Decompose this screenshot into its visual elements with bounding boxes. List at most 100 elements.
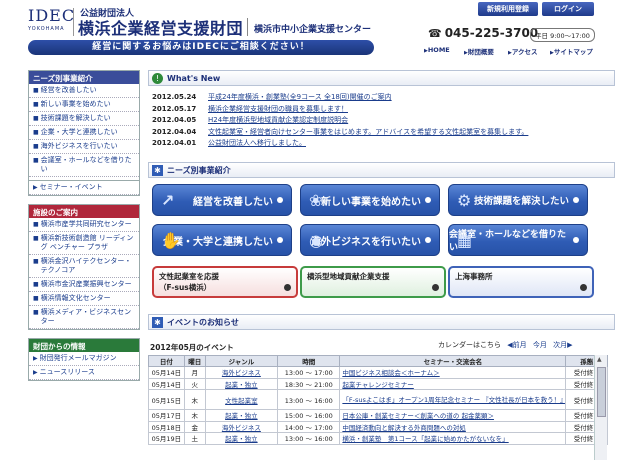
news-link[interactable]: 平成24年度横浜・創業塾(全9コース 全18回)開催のご案内 xyxy=(208,92,392,104)
sprout-icon: ❀ xyxy=(309,191,323,210)
table-row: 05月14日月海外ビジネス 13:00 〜 17:00 中国ビジネス相談会＜ホーナム… xyxy=(148,366,608,379)
arrow-icon: ▶ xyxy=(33,369,38,376)
arrow-icon: ▶ xyxy=(33,184,38,191)
this-month-link[interactable]: 今月 xyxy=(533,341,547,349)
news-item: 2012.04.05 H24年度横浜型地域貢献企業認定制度説明会 xyxy=(152,115,615,127)
event-link[interactable]: 中国経済動向と解決する外商問題への対処 xyxy=(339,420,567,433)
news-link[interactable]: 横浜企業経営支援財団の職員を募集します！ xyxy=(208,104,348,116)
arrow-icon xyxy=(573,197,579,203)
sidebar-item[interactable]: ■ 横浜メディア・ビジネスセンター xyxy=(29,306,139,329)
genre-link[interactable]: 起業・独立 xyxy=(204,432,279,445)
events-header: ✱ イベントのお知らせ xyxy=(148,314,615,330)
login-button[interactable]: ログイン xyxy=(542,2,594,16)
idec-logo[interactable]: IDEC YOKOHAMA xyxy=(28,8,74,36)
card-shanghai-office[interactable]: 上海事務所 xyxy=(448,266,594,298)
prev-month-link[interactable]: ◀前月 xyxy=(507,341,526,349)
bullet-icon: ■ xyxy=(33,221,39,228)
phone-text: 045-225-3700 xyxy=(444,26,539,40)
scroll-thumb[interactable] xyxy=(597,367,606,417)
star-icon: ✱ xyxy=(152,316,163,328)
needs-button-rooms[interactable]: ▦ 会議室・ホールなどを借りたい xyxy=(448,224,588,256)
sidebar-item[interactable]: ■ 海外ビジネスを行いたい xyxy=(29,140,139,154)
next-month-link[interactable]: 次月▶ xyxy=(553,341,572,349)
arrow-icon xyxy=(425,237,431,243)
sidebar-item[interactable]: ■ 経営を改善したい xyxy=(29,84,139,98)
news-link[interactable]: 文性起業室・経営者向けセンター事業をはじめます。アドバイスを希望する文性起業室を… xyxy=(208,127,528,139)
table-row: 05月17日木起業・独立 15:00 〜 16:00 日本公庫・創業セミナー＜創業へ… xyxy=(148,409,608,422)
bullet-icon: ■ xyxy=(33,295,39,302)
whats-new-header: ! What's New xyxy=(148,70,615,86)
sidebar-item[interactable]: ■ 横浜市金沢産業振興センター xyxy=(29,278,139,292)
bullet-icon: ■ xyxy=(33,143,39,150)
calendar-link[interactable]: カレンダーはこちら xyxy=(438,341,501,349)
nav-home[interactable]: ▶HOME xyxy=(424,46,450,54)
growth-icon: ↗ xyxy=(161,191,175,210)
bullet-icon: ■ xyxy=(33,115,39,122)
bullet-icon: ■ xyxy=(33,281,39,288)
genre-link[interactable]: 海外ビジネス xyxy=(204,420,279,433)
needs-title: ニーズ別事業紹介 xyxy=(167,165,231,175)
genre-link[interactable]: 文性起業室 xyxy=(204,389,279,410)
bullet-icon: ■ xyxy=(33,258,39,265)
news-link[interactable]: 公益財団法人へ移行しました。 xyxy=(208,138,306,150)
event-link[interactable]: 「F-susよこはま」オープン1周年記念セミナー 『文性社長が日本を救う！』 xyxy=(339,389,567,410)
needs-button-overseas[interactable]: ◉ 海外ビジネスを行いたい xyxy=(300,224,440,256)
sidebar-facilities-title: 施設のご案内 xyxy=(29,205,139,218)
scroll-up-icon[interactable]: ▲ xyxy=(597,356,602,363)
events-scrollbar[interactable]: ▲ xyxy=(594,355,607,460)
logo-text: IDEC xyxy=(28,6,76,25)
sidebar-item[interactable]: ■ 企業・大学と連携したい xyxy=(29,126,139,140)
news-item: 2012.05.17 横浜企業経営支援財団の職員を募集します！ xyxy=(152,104,615,116)
nav-sitemap[interactable]: ▶サイトマップ xyxy=(550,46,593,56)
sidebar-item[interactable]: ■ 横浜情報文化センター xyxy=(29,292,139,306)
sidebar: ニーズ別事業紹介 ■ 経営を改善したい ■ 新しい事業を始めたい ■ 技術課題を解決し… xyxy=(28,70,140,389)
event-link[interactable]: 日本公庫・創業セミナー＜創業への道の 起金薬顕＞ xyxy=(339,409,567,422)
events-nav: カレンダーはこちら ◀前月 今月 次月▶ xyxy=(438,340,572,350)
header-divider xyxy=(247,18,248,36)
event-link[interactable]: 中国ビジネス相談会＜ホーナム＞ xyxy=(339,366,567,379)
needs-button-start[interactable]: ❀ 新しい事業を始めたい xyxy=(300,184,440,216)
header-subtitle: 横浜市中小企業支援センター xyxy=(254,25,372,35)
arrow-icon xyxy=(277,237,283,243)
register-button[interactable]: 新規利用登録 xyxy=(478,2,538,16)
nav-access[interactable]: ▶アクセス xyxy=(508,46,538,56)
arrow-icon xyxy=(573,237,579,243)
card-community-contribution[interactable]: 横浜型地域貢献企業支援 xyxy=(300,266,446,298)
sidebar-seminar[interactable]: ▶ セミナー・イベント xyxy=(29,180,139,195)
sidebar-item[interactable]: ■ 横浜金沢ハイテクセンター・テクノコア xyxy=(29,255,139,278)
genre-link[interactable]: 起業・独立 xyxy=(204,377,279,390)
card-women-entrepreneur[interactable]: 文性起業室を応援 （F-sus横浜） xyxy=(152,266,298,298)
table-row: 05月18日金海外ビジネス 14:00 〜 17:00 中国経済動向と解決する外商問… xyxy=(148,420,608,433)
needs-button-collab[interactable]: ✋ 企業・大学と連携したい xyxy=(152,224,292,256)
event-link[interactable]: 起業チャレンジセミナー xyxy=(339,377,567,390)
bullet-icon: ■ xyxy=(33,235,39,242)
genre-link[interactable]: 海外ビジネス xyxy=(204,366,279,379)
sidebar-item[interactable]: ■ 横浜新技術創造館 リーディング ベンチャー プラザ xyxy=(29,232,139,255)
handshake-icon: ✋ xyxy=(161,231,181,250)
sidebar-item[interactable]: ▶ ニュースリリース xyxy=(29,366,139,380)
needs-button-tech[interactable]: ⚙ 技術課題を解決したい xyxy=(448,184,588,216)
table-row: 05月14日火起業・独立 18:30 〜 21:00 起業チャレンジセミナー 受付終了 xyxy=(148,377,608,390)
site-header: IDEC YOKOHAMA 公益財団法人 横浜企業経営支援財団 横浜市中小企業支… xyxy=(0,0,640,62)
main-content: ! What's New 2012.05.24 平成24年度横浜・創業塾(全9コー… xyxy=(148,70,615,445)
arrow-icon xyxy=(580,284,587,291)
sidebar-item[interactable]: ■ 新しい事業を始めたい xyxy=(29,98,139,112)
sidebar-item[interactable]: ■ 技術課題を解決したい xyxy=(29,112,139,126)
arrow-icon xyxy=(284,284,291,291)
news-link[interactable]: H24年度横浜型地域貢献企業認定制度説明会 xyxy=(208,115,348,127)
sidebar-item[interactable]: ▶ 財団発行メールマガジン xyxy=(29,352,139,366)
sidebar-item[interactable]: ■ 会議室・ホールなどを借りたい xyxy=(29,154,139,177)
arrow-icon xyxy=(425,197,431,203)
table-row: 05月15日木文性起業室 13:00 〜 16:00 「F-susよこはま」オープン… xyxy=(148,389,608,410)
sidebar-item[interactable]: ■ 横浜市産学共同研究センター xyxy=(29,218,139,232)
business-hours: 平日 9:00〜17:00 xyxy=(530,28,595,42)
col-title: セミナー・交流会名 xyxy=(339,355,567,367)
phone-number: ☎ 045-225-3700 xyxy=(428,26,538,40)
nav-about[interactable]: ▶財団概要 xyxy=(464,46,494,56)
sidebar-facilities: 施設のご案内 ■ 横浜市産学共同研究センター ■ 横浜新技術創造館 リーディング ベ… xyxy=(28,204,140,330)
org-name: 横浜企業経営支援財団 xyxy=(78,19,244,38)
genre-link[interactable]: 起業・独立 xyxy=(204,409,279,422)
needs-button-improve[interactable]: ↗ 経営を改善したい xyxy=(152,184,292,216)
event-link[interactable]: 横浜・創業塾 第1コース「起業に始めかたがないなを」 xyxy=(339,432,567,445)
building-icon: ▦ xyxy=(457,231,473,250)
